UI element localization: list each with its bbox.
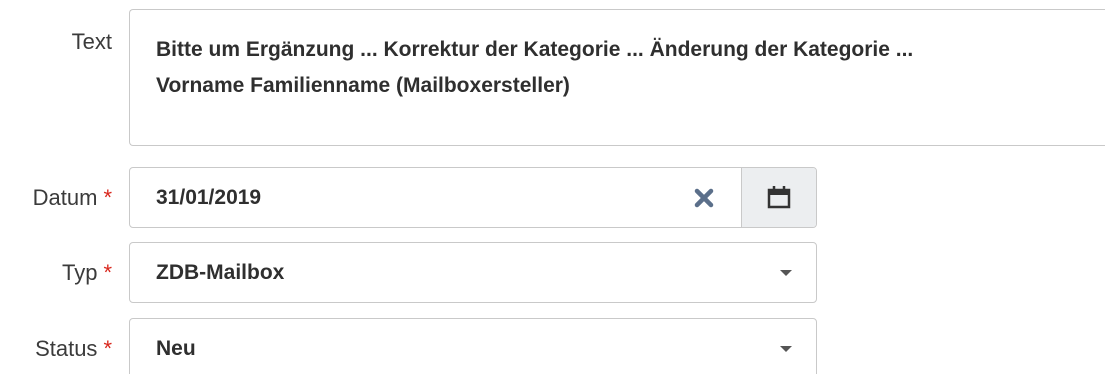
- close-icon[interactable]: [688, 182, 720, 214]
- form-panel: Text Bitte um Ergänzung ... Korrektur de…: [0, 0, 1105, 374]
- text-line-2: Vorname Familienname (Mailboxersteller): [156, 74, 570, 97]
- typ-label-text: Typ: [61, 260, 98, 285]
- text-label-text: Text: [71, 29, 112, 54]
- text-line-1: Bitte um Ergänzung ... Korrektur der Kat…: [156, 38, 914, 61]
- datum-field[interactable]: 31/01/2019: [129, 167, 817, 228]
- status-value: Neu: [156, 337, 196, 360]
- typ-select[interactable]: ZDB-Mailbox: [129, 242, 817, 303]
- text-field[interactable]: Bitte um Ergänzung ... Korrektur der Kat…: [129, 9, 1105, 146]
- status-label: Status *: [35, 338, 112, 360]
- status-select[interactable]: Neu: [129, 318, 817, 374]
- typ-label: Typ *: [62, 262, 112, 284]
- required-marker: *: [103, 260, 112, 285]
- text-content: Bitte um Ergänzung ... Korrektur der Kat…: [156, 32, 913, 104]
- datum-label: Datum *: [33, 187, 112, 209]
- text-label: Text: [72, 31, 112, 53]
- calendar-button[interactable]: [741, 168, 816, 227]
- chevron-down-icon[interactable]: [780, 346, 792, 352]
- typ-value: ZDB-Mailbox: [156, 261, 285, 284]
- required-marker: *: [103, 185, 112, 210]
- datum-label-text: Datum: [32, 185, 98, 210]
- status-label-text: Status: [35, 336, 98, 361]
- required-marker: *: [103, 336, 112, 361]
- datum-value[interactable]: 31/01/2019: [156, 186, 261, 210]
- chevron-down-icon[interactable]: [780, 270, 792, 276]
- calendar-icon: [767, 186, 791, 209]
